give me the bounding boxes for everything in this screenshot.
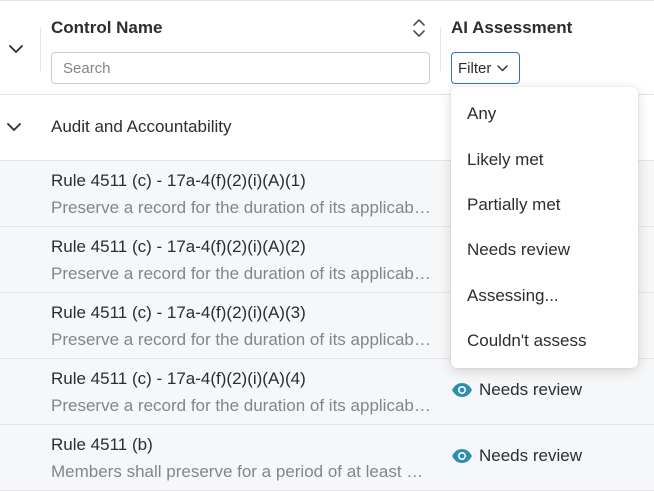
table-row[interactable]: Rule 4511 (b) Members shall preserve for… [0,425,654,491]
filter-option-likely-met[interactable]: Likely met [467,150,544,170]
control-description: Preserve a record for the duration of it… [51,330,431,349]
chevron-down-icon [497,65,509,72]
group-collapse-chevron-icon[interactable] [4,117,24,137]
sort-icon[interactable] [411,17,427,39]
control-title: Rule 4511 (c) - 17a-4(f)(2)(i)(A)(2) [51,237,306,256]
control-description: Preserve a record for the duration of it… [51,198,431,217]
collapse-all-chevron-icon[interactable] [6,39,26,59]
assessment-status: Needs review [451,380,582,400]
eye-icon [452,449,472,463]
control-title: Rule 4511 (c) - 17a-4(f)(2)(i)(A)(3) [51,303,306,322]
group-label: Audit and Accountability [51,117,232,136]
filter-option-assessing[interactable]: Assessing... [467,286,559,306]
column-divider [40,27,41,71]
eye-icon [452,383,472,397]
filter-option-needs-review[interactable]: Needs review [467,240,570,260]
control-name-column-title: Control Name [51,18,163,37]
filter-option-partially-met[interactable]: Partially met [467,195,561,215]
search-input[interactable] [51,52,430,84]
status-label: Needs review [479,446,582,465]
column-divider [440,27,441,71]
filter-dropdown-button[interactable]: Filter [451,52,520,84]
status-label: Needs review [479,380,582,399]
control-description: Preserve a record for the duration of it… [51,396,431,415]
control-title: Rule 4511 (c) - 17a-4(f)(2)(i)(A)(4) [51,369,306,388]
ai-assessment-column-title: AI Assessment [451,18,573,37]
table-header: Control Name AI Assessment Filter [0,0,654,95]
filter-option-any[interactable]: Any [467,104,496,124]
control-description: Members shall preserve for a period of a… [51,462,431,481]
control-title: Rule 4511 (c) - 17a-4(f)(2)(i)(A)(1) [51,171,306,190]
assessment-status: Needs review [451,446,582,466]
filter-label: Filter [458,59,492,77]
filter-menu: Any Likely met Partially met Needs revie… [451,87,638,368]
table-row[interactable]: Rule 4511 (c) - 17a-4(f)(2)(i)(A)(4) Pre… [0,359,654,425]
control-title: Rule 4511 (b) [51,435,153,454]
filter-option-couldnt-assess[interactable]: Couldn't assess [467,331,586,351]
control-description: Preserve a record for the duration of it… [51,264,431,283]
